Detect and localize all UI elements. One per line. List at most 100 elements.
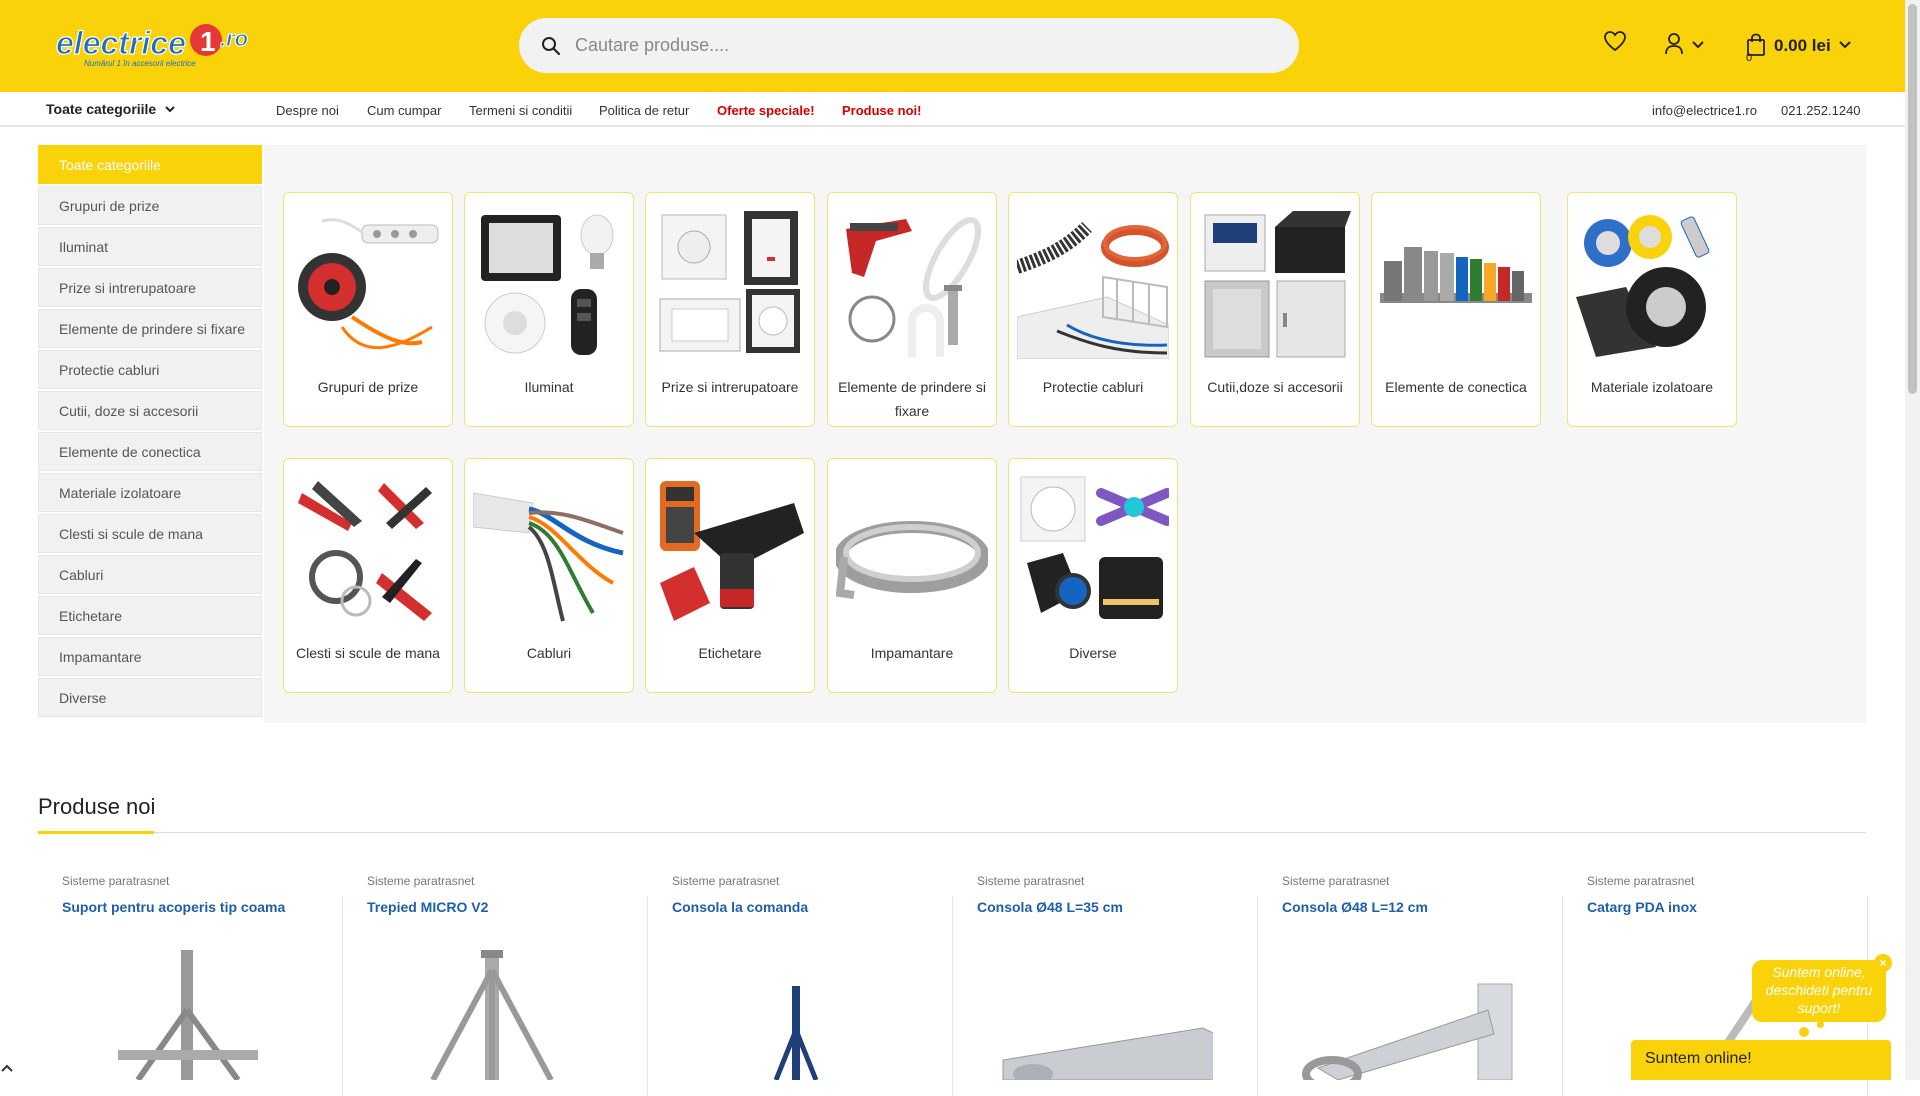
- product-image[interactable]: [78, 950, 298, 1080]
- chat-launcher-bar[interactable]: Suntem online!: [1631, 1040, 1891, 1080]
- section-divider: [38, 832, 1866, 833]
- sidebar-item-elemente-prindere[interactable]: Elemente de prindere si fixare: [38, 309, 262, 348]
- nav-link-politica-retur[interactable]: Politica de retur: [599, 103, 689, 118]
- sidebar-item-protectie-cabluri[interactable]: Protectie cabluri: [38, 350, 262, 389]
- product-name[interactable]: Suport pentru acoperis tip coama: [62, 899, 285, 915]
- cart-total[interactable]: 0.00 lei: [1774, 36, 1831, 56]
- product-name[interactable]: Consola la comanda: [672, 899, 808, 915]
- sidebar-item-etichetare[interactable]: Etichetare: [38, 596, 262, 635]
- nav-link-produse-noi[interactable]: Produse noi!: [842, 103, 921, 118]
- product-name[interactable]: Catarg PDA inox: [1587, 899, 1697, 915]
- all-categories-label: Toate categoriile: [46, 101, 157, 117]
- category-card-elemente-conectica[interactable]: Elemente de conectica: [1371, 192, 1541, 427]
- product-category[interactable]: Sisteme paratrasnet: [1587, 874, 1694, 888]
- product-category[interactable]: Sisteme paratrasnet: [1282, 874, 1389, 888]
- product-category[interactable]: Sisteme paratrasnet: [672, 874, 779, 888]
- nav-link-oferte-speciale[interactable]: Oferte speciale!: [717, 103, 815, 118]
- product-card[interactable]: Sisteme paratrasnet Consola la comanda: [648, 870, 953, 1096]
- chat-bubble-close-icon[interactable]: ×: [1874, 954, 1892, 972]
- chevron-down-icon: [165, 106, 175, 113]
- navigation-bar: Toate categoriile Despre noi Cum cumpar …: [0, 92, 1905, 127]
- socket-icon: [659, 211, 800, 353]
- product-image[interactable]: [1298, 950, 1518, 1080]
- category-label: Protectie cabluri: [1042, 379, 1144, 395]
- sidebar-item-prize-intrerupatoare[interactable]: Prize si intrerupatoare: [38, 268, 262, 307]
- search-input[interactable]: [575, 35, 1255, 56]
- product-card[interactable]: Sisteme paratrasnet Consola Ø48 L=35 cm: [953, 870, 1258, 1096]
- chat-invite-bubble[interactable]: Suntem online, deschideti pentru suport!: [1752, 960, 1886, 1022]
- product-card[interactable]: Sisteme paratrasnet Suport pentru acoper…: [38, 870, 343, 1096]
- nav-link-termeni[interactable]: Termeni si conditii: [469, 103, 572, 118]
- product-image[interactable]: [383, 950, 603, 1080]
- chat-bubble-dot: [1817, 1021, 1824, 1028]
- category-card-cutii-doze[interactable]: Cutii,doze si accesorii: [1190, 192, 1360, 427]
- product-name[interactable]: Trepied MICRO V2: [367, 899, 488, 915]
- category-card-etichetare[interactable]: Etichetare: [645, 458, 815, 693]
- sidebar-item-cutii-doze[interactable]: Cutii, doze si accesorii: [38, 391, 262, 430]
- category-card-clesti-scule[interactable]: Clesti si scule de mana: [283, 458, 453, 693]
- sidebar-item-diverse[interactable]: Diverse: [38, 678, 262, 717]
- cart-count: 0: [1746, 52, 1753, 64]
- category-label: Elemente de prindere si fixare: [838, 379, 986, 419]
- product-category[interactable]: Sisteme paratrasnet: [977, 874, 1084, 888]
- label-printer-icon: [660, 481, 804, 621]
- category-label: Diverse: [1069, 645, 1117, 661]
- category-card-diverse[interactable]: Diverse: [1008, 458, 1178, 693]
- cable-tie-icon: [846, 217, 981, 357]
- contact-email[interactable]: info@electrice1.ro: [1652, 103, 1757, 118]
- product-category[interactable]: Sisteme paratrasnet: [367, 874, 474, 888]
- scrollbar-thumb[interactable]: [1908, 4, 1917, 394]
- category-label: Cutii,doze si accesorii: [1207, 379, 1343, 395]
- sidebar-item-grupuri-de-prize[interactable]: Grupuri de prize: [38, 186, 262, 225]
- category-label: Materiale izolatoare: [1590, 379, 1714, 395]
- nav-link-despre-noi[interactable]: Despre noi: [276, 103, 339, 118]
- search-bar[interactable]: [519, 18, 1299, 73]
- svg-text:.ro: .ro: [220, 26, 248, 51]
- category-card-elemente-prindere[interactable]: Elemente de prindere si fixare: [827, 192, 997, 427]
- category-sidebar: Toate categoriile Grupuri de prize Ilumi…: [38, 145, 262, 719]
- product-image[interactable]: [688, 950, 908, 1080]
- product-image[interactable]: [993, 950, 1213, 1080]
- sidebar-item-elemente-conectica[interactable]: Elemente de conectica: [38, 432, 262, 471]
- svg-text:electrice: electrice: [56, 25, 186, 61]
- category-card-grupuri-de-prize[interactable]: Grupuri de prize: [283, 192, 453, 427]
- svg-text:1: 1: [200, 26, 216, 57]
- category-card-prize-intrerupatoare[interactable]: Prize si intrerupatoare: [645, 192, 815, 427]
- sidebar-item-materiale-izolatoare[interactable]: Materiale izolatoare: [38, 473, 262, 512]
- category-label: Etichetare: [698, 645, 762, 661]
- product-card[interactable]: Sisteme paratrasnet Consola Ø48 L=12 cm: [1258, 870, 1563, 1096]
- category-card-impamantare[interactable]: Impamantare: [827, 458, 997, 693]
- product-name[interactable]: Consola Ø48 L=12 cm: [1282, 899, 1428, 915]
- cart-chevron-down-icon[interactable]: [1838, 40, 1852, 50]
- product-category[interactable]: Sisteme paratrasnet: [62, 874, 169, 888]
- category-card-protectie-cabluri[interactable]: Protectie cabluri: [1008, 192, 1178, 427]
- insulating-tape-icon: [1576, 215, 1710, 357]
- sidebar-item-clesti-scule[interactable]: Clesti si scule de mana: [38, 514, 262, 553]
- category-label: Grupuri de prize: [317, 379, 419, 395]
- contact-phone[interactable]: 021.252.1240: [1781, 103, 1861, 118]
- account-chevron-down-icon[interactable]: [1691, 40, 1705, 50]
- user-account-icon[interactable]: [1664, 33, 1684, 55]
- sidebar-item-impamantare[interactable]: Impamantare: [38, 637, 262, 676]
- category-label: Iluminat: [524, 379, 574, 395]
- site-logo[interactable]: electrice 1 .ro Numărul 1 în accesorii e…: [54, 18, 254, 70]
- wishlist-heart-icon[interactable]: [1603, 30, 1627, 52]
- category-label: Elemente de conectica: [1385, 379, 1527, 395]
- category-card-cabluri[interactable]: Cabluri: [464, 458, 634, 693]
- product-card[interactable]: Sisteme paratrasnet Trepied MICRO V2: [343, 870, 648, 1096]
- category-label: Cabluri: [526, 645, 572, 661]
- search-icon[interactable]: [541, 36, 561, 56]
- grounding-strip-icon: [836, 521, 988, 599]
- product-name[interactable]: Consola Ø48 L=35 cm: [977, 899, 1123, 915]
- scroll-to-top-chevron-up-icon[interactable]: [0, 1062, 14, 1074]
- sidebar-item-cabluri[interactable]: Cabluri: [38, 555, 262, 594]
- all-categories-dropdown[interactable]: Toate categoriile: [46, 101, 176, 117]
- category-card-materiale-izolatoare[interactable]: Materiale izolatoare: [1567, 192, 1737, 427]
- sidebar-item-toate-categoriile[interactable]: Toate categoriile: [38, 145, 262, 184]
- nav-link-cum-cumpar[interactable]: Cum cumpar: [367, 103, 441, 118]
- lighting-icon: [481, 214, 614, 355]
- sidebar-item-iluminat[interactable]: Iluminat: [38, 227, 262, 266]
- category-label: Clesti si scule de mana: [296, 645, 440, 661]
- category-card-iluminat[interactable]: Iluminat: [464, 192, 634, 427]
- category-grid-panel: Grupuri de prize Iluminat Prize si intre…: [264, 145, 1866, 723]
